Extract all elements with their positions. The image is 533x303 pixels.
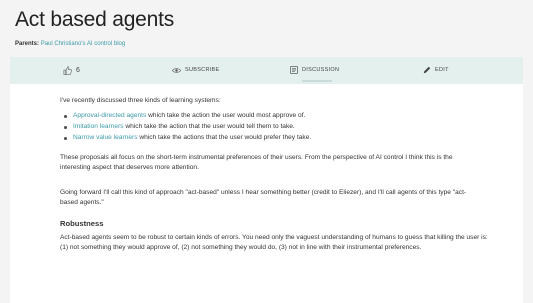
learning-systems-list: Approval-directed agents which take the … (60, 111, 311, 144)
edit-button[interactable]: EDIT (423, 63, 449, 77)
discussion-button[interactable]: DISCUSSION (290, 63, 339, 77)
parents-label: Parents: (15, 41, 40, 47)
narrow-value-learners-link[interactable]: Narrow value learners (73, 134, 138, 141)
edit-label: EDIT (435, 67, 449, 73)
like-button[interactable]: 6 (63, 63, 80, 77)
parent-link[interactable]: Paul Christiano's AI control blog (41, 41, 126, 47)
list-item: Narrow value learners which take the act… (60, 133, 311, 144)
page-title: Act based agents (15, 8, 175, 31)
article-content: I've recently discussed three kinds of l… (10, 84, 523, 303)
list-item: Imitation learners which take the action… (60, 122, 311, 133)
page-toolbar: 6 SUBSCRIBE DISCUSSION EDIT (10, 57, 523, 85)
paragraph: Act-based agents seem to be robust to ce… (60, 234, 488, 251)
robustness-heading: Robustness (60, 219, 104, 228)
subscribe-label: SUBSCRIBE (185, 67, 220, 73)
paragraph: These proposals all focus on the short-t… (60, 154, 453, 171)
parents-breadcrumb: Parents: Paul Christiano's AI control bl… (15, 41, 125, 47)
discussion-tab-indicator (302, 80, 332, 82)
paragraph: Going forward I'll call this kind of app… (60, 189, 467, 206)
like-count: 6 (76, 66, 81, 74)
intro-paragraph: I've recently discussed three kinds of l… (60, 97, 221, 104)
discussion-label: DISCUSSION (302, 67, 340, 73)
imitation-learners-link[interactable]: Imitation learners (73, 123, 124, 130)
eye-icon (172, 67, 181, 73)
approval-directed-agents-link[interactable]: Approval-directed agents (73, 112, 146, 119)
thumbs-up-icon (63, 65, 72, 75)
subscribe-button[interactable]: SUBSCRIBE (172, 63, 220, 77)
list-item: Approval-directed agents which take the … (60, 111, 311, 122)
pencil-icon (423, 66, 431, 74)
discussion-icon (290, 66, 298, 74)
